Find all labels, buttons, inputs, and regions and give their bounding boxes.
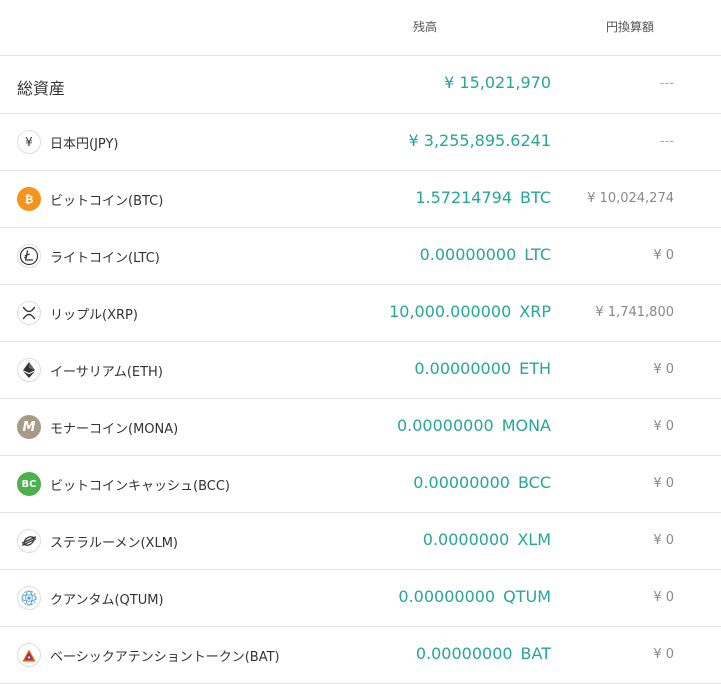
asset-unit: XRP [519,302,551,321]
asset-unit: ETH [519,359,551,378]
asset-jpy-value: --- [659,134,674,149]
total-assets-row: 総資産 ¥ 15,021,970 --- [0,56,721,114]
asset-balance-value: 10,000.000000 [389,302,512,321]
asset-balance: 0.00000000 MONA [397,416,551,435]
asset-jpy-value: ¥ 0 [653,476,674,491]
asset-balance-value: ¥ 3,255,895.6241 [408,131,552,150]
asset-row-btc[interactable]: ₿ ビットコイン(BTC) 1.57214794 BTC ¥ 10,024,274 [0,171,721,228]
asset-balance: ¥ 3,255,895.6241 [409,131,552,150]
asset-unit: MONA [501,416,551,435]
asset-balance: 10,000.000000 XRP [389,302,551,321]
total-assets-jpy-value: --- [659,76,674,91]
litecoin-icon [17,244,41,268]
asset-name: ライトコイン(LTC) [50,251,160,266]
bat-icon [17,643,41,667]
asset-row-bat[interactable]: ベーシックアテンショントークン(BAT) 0.00000000 BAT ¥ 0 [0,627,721,684]
asset-jpy-value: ¥ 1,741,800 [595,305,674,320]
asset-jpy-value: ¥ 0 [653,533,674,548]
asset-name: ビットコインキャッシュ(BCC) [50,479,230,494]
bitcoin-cash-icon: BC [17,472,41,496]
asset-balance: 0.00000000 LTC [420,245,551,264]
asset-row-bcc[interactable]: BC ビットコインキャッシュ(BCC) 0.00000000 BCC ¥ 0 [0,456,721,513]
asset-balance-value: 1.57214794 [415,188,513,207]
table-header: 残高 円換算額 [0,0,721,56]
asset-jpy-value: ¥ 0 [653,248,674,263]
asset-name: イーサリアム(ETH) [50,365,163,380]
asset-jpy-value: ¥ 0 [653,590,674,605]
asset-row-jpy[interactable]: ¥ 日本円(JPY) ¥ 3,255,895.6241 --- [0,114,721,171]
total-assets-balance: ¥ 15,021,970 [444,73,551,92]
asset-balance-value: 0.00000000 [398,587,496,606]
asset-row-xrp[interactable]: リップル(XRP) 10,000.000000 XRP ¥ 1,741,800 [0,285,721,342]
asset-name: モナーコイン(MONA) [50,422,179,437]
jpy-value-column-header: 円換算額 [606,20,655,34]
asset-balance: 0.00000000 BCC [413,473,551,492]
qtum-icon [17,586,41,610]
asset-jpy-value: ¥ 10,024,274 [587,191,674,206]
asset-unit: BCC [517,473,551,492]
asset-name: ビットコイン(BTC) [50,194,164,209]
balance-column-header: 残高 [413,20,438,34]
asset-jpy-value: ¥ 0 [653,419,674,434]
asset-balance: 0.00000000 BAT [416,644,551,663]
asset-balance: 0.0000000 XLM [423,530,551,549]
asset-jpy-value: ¥ 0 [653,647,674,662]
asset-name: リップル(XRP) [50,308,138,323]
stellar-icon [17,529,41,553]
asset-balance: 0.00000000 QTUM [398,587,551,606]
asset-name: ベーシックアテンショントークン(BAT) [50,650,280,665]
asset-row-qtum[interactable]: クアンタム(QTUM) 0.00000000 QTUM ¥ 0 [0,570,721,627]
asset-balance-value: 0.0000000 [422,530,510,549]
yen-icon: ¥ [17,130,41,154]
asset-unit: LTC [524,245,551,264]
asset-balance-value: 0.00000000 [414,359,512,378]
asset-balance: 0.00000000 ETH [414,359,551,378]
asset-unit: BAT [520,644,551,663]
asset-name: ステラルーメン(XLM) [50,536,178,551]
ripple-icon [17,301,41,325]
asset-balance: 1.57214794 BTC [415,188,551,207]
asset-row-mona[interactable]: M モナーコイン(MONA) 0.00000000 MONA ¥ 0 [0,399,721,456]
asset-balance-value: 0.00000000 [413,473,510,492]
asset-unit: XLM [517,530,551,549]
asset-name: クアンタム(QTUM) [50,593,164,608]
asset-row-xlm[interactable]: ステラルーメン(XLM) 0.0000000 XLM ¥ 0 [0,513,721,570]
asset-unit: QTUM [503,587,551,606]
monacoin-icon: M [17,415,41,439]
asset-row-ltc[interactable]: ライトコイン(LTC) 0.00000000 LTC ¥ 0 [0,228,721,285]
asset-row-eth[interactable]: イーサリアム(ETH) 0.00000000 ETH ¥ 0 [0,342,721,399]
asset-unit: BTC [520,188,551,207]
ethereum-icon [17,358,41,382]
asset-balance-value: 0.00000000 [415,644,513,663]
asset-balance-value: 0.00000000 [396,416,494,435]
asset-name: 日本円(JPY) [50,137,119,152]
asset-jpy-value: ¥ 0 [653,362,674,377]
bitcoin-icon: ₿ [17,187,41,211]
total-assets-label: 総資産 [17,79,66,98]
asset-balance-value: 0.00000000 [419,245,517,264]
